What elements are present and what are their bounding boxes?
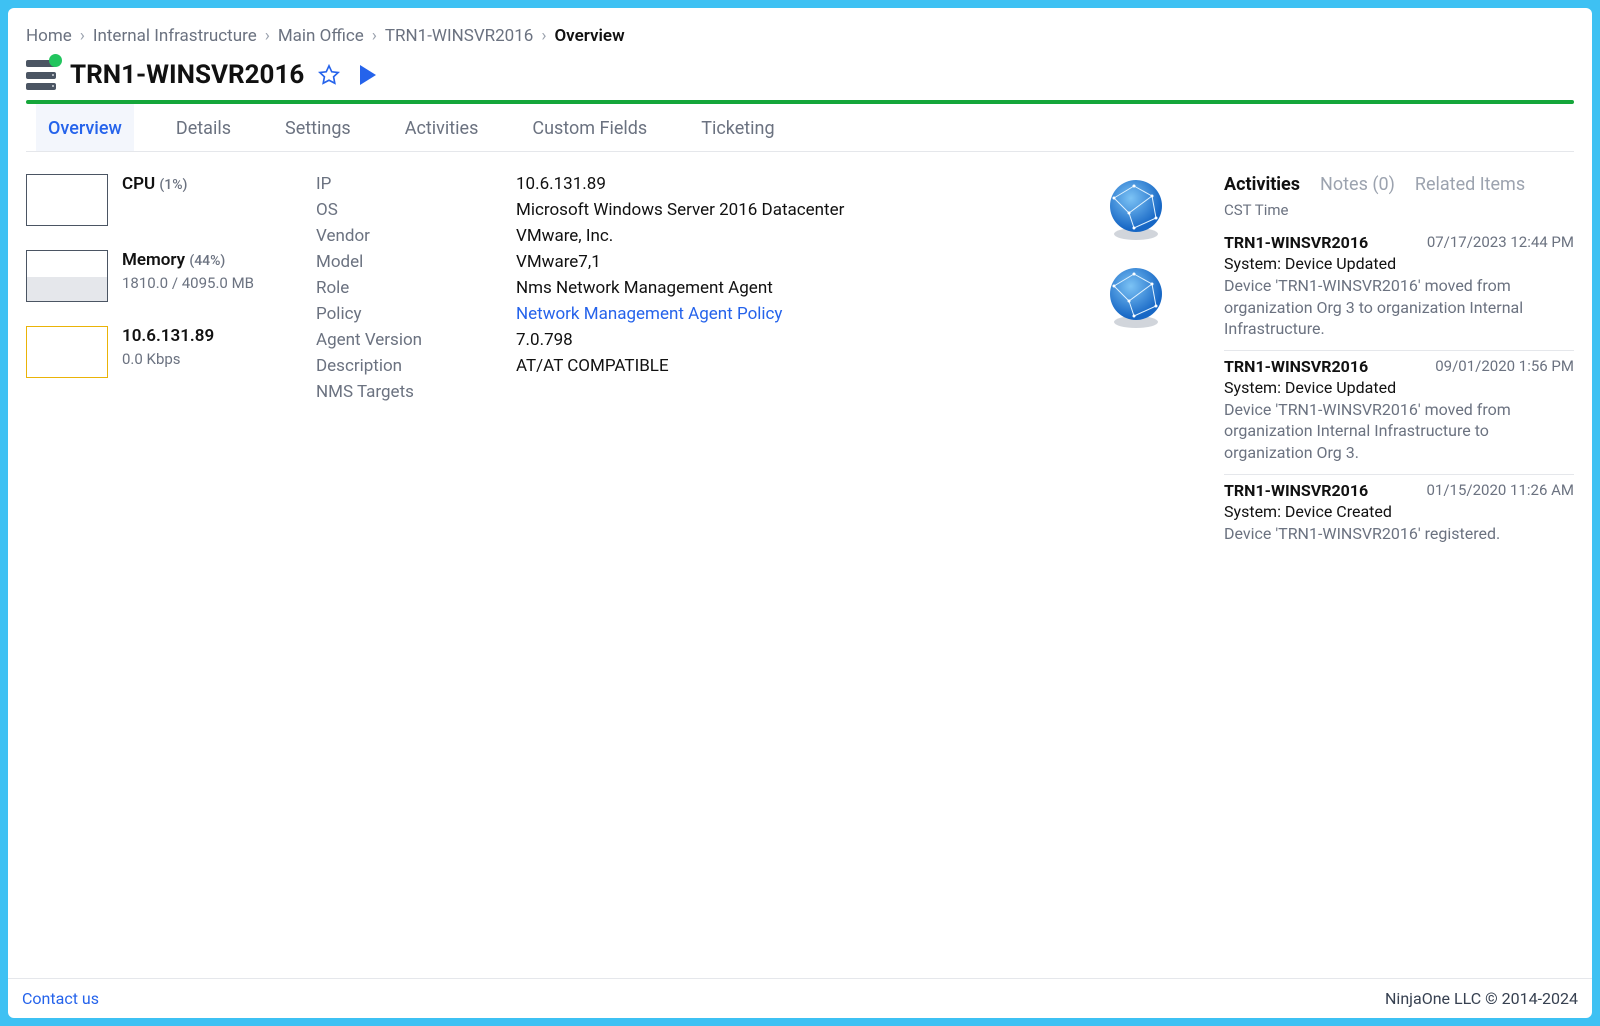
favorite-star-icon[interactable] (318, 64, 340, 86)
chevron-right-icon: › (541, 26, 546, 46)
tab-overview[interactable]: Overview (36, 104, 134, 151)
chevron-right-icon: › (80, 26, 85, 46)
label-policy: Policy (316, 304, 516, 324)
label-agent: Agent Version (316, 330, 516, 350)
footer: Contact us NinjaOne LLC © 2014-2024 (8, 978, 1592, 1018)
breadcrumb: Home › Internal Infrastructure › Main Of… (26, 26, 1574, 46)
metric-network[interactable]: 10.6.131.89 0.0 Kbps (26, 326, 286, 378)
page-title-row: TRN1-WINSVR2016 (26, 60, 1574, 90)
activity-timestamp: 01/15/2020 11:26 AM (1427, 481, 1575, 500)
value-ip: 10.6.131.89 (516, 174, 606, 194)
value-policy-link[interactable]: Network Management Agent Policy (516, 304, 782, 324)
memory-chart-icon (26, 250, 108, 302)
contact-us-link[interactable]: Contact us (22, 989, 99, 1008)
activity-system-label: System: Device Created (1224, 502, 1574, 521)
activity-item[interactable]: TRN1-WINSVR2016 09/01/2020 1:56 PM Syste… (1224, 351, 1574, 475)
tab-ticketing[interactable]: Ticketing (689, 104, 786, 151)
metric-memory-pct: (44%) (189, 253, 225, 269)
metric-cpu-label: CPU (122, 174, 155, 194)
tabs: Overview Details Settings Activities Cus… (26, 104, 1574, 152)
server-icon (26, 60, 56, 90)
activities-panel: Activities Notes (0) Related Items CST T… (1224, 174, 1574, 978)
label-model: Model (316, 252, 516, 272)
activity-description: Device 'TRN1-WINSVR2016' moved from orga… (1224, 399, 1574, 464)
label-os: OS (316, 200, 516, 220)
details-column: IP10.6.131.89 OSMicrosoft Windows Server… (316, 174, 1074, 978)
status-online-icon (49, 54, 62, 67)
metric-memory[interactable]: Memory (44%) 1810.0 / 4095.0 MB (26, 250, 286, 302)
label-ip: IP (316, 174, 516, 194)
activity-device-name: TRN1-WINSVR2016 (1224, 357, 1368, 376)
activity-description: Device 'TRN1-WINSVR2016' registered. (1224, 523, 1574, 545)
tab-details[interactable]: Details (164, 104, 243, 151)
metric-network-sub: 0.0 Kbps (122, 350, 286, 368)
activity-device-name: TRN1-WINSVR2016 (1224, 233, 1368, 252)
network-globe-icon[interactable] (1104, 178, 1168, 242)
activity-system-label: System: Device Updated (1224, 254, 1574, 273)
label-desc: Description (316, 356, 516, 376)
activity-timestamp: 07/17/2023 12:44 PM (1427, 233, 1574, 252)
side-tab-activities[interactable]: Activities (1224, 174, 1300, 195)
tab-activities[interactable]: Activities (393, 104, 491, 151)
breadcrumb-org[interactable]: Internal Infrastructure (93, 26, 257, 46)
metric-memory-sub: 1810.0 / 4095.0 MB (122, 274, 286, 292)
value-os: Microsoft Windows Server 2016 Datacenter (516, 200, 844, 220)
chevron-right-icon: › (265, 26, 270, 46)
tab-custom-fields[interactable]: Custom Fields (520, 104, 659, 151)
breadcrumb-location[interactable]: Main Office (278, 26, 364, 46)
target-icons-column (1104, 174, 1194, 978)
metric-cpu[interactable]: CPU (1%) (26, 174, 286, 226)
breadcrumb-home[interactable]: Home (26, 26, 72, 46)
metric-cpu-pct: (1%) (159, 177, 187, 193)
timezone-label: CST Time (1224, 201, 1574, 219)
cpu-chart-icon (26, 174, 108, 226)
value-role: Nms Network Management Agent (516, 278, 773, 298)
label-vendor: Vendor (316, 226, 516, 246)
value-model: VMware7,1 (516, 252, 601, 272)
label-role: Role (316, 278, 516, 298)
copyright-text: NinjaOne LLC © 2014-2024 (1385, 989, 1578, 1008)
metric-memory-label: Memory (122, 250, 185, 270)
label-nms: NMS Targets (316, 382, 516, 402)
activity-item[interactable]: TRN1-WINSVR2016 01/15/2020 11:26 AM Syst… (1224, 475, 1574, 555)
metric-network-label: 10.6.131.89 (122, 326, 214, 346)
breadcrumb-device[interactable]: TRN1-WINSVR2016 (385, 26, 533, 46)
activity-item[interactable]: TRN1-WINSVR2016 07/17/2023 12:44 PM Syst… (1224, 227, 1574, 351)
value-agent: 7.0.798 (516, 330, 573, 350)
activity-device-name: TRN1-WINSVR2016 (1224, 481, 1368, 500)
activity-description: Device 'TRN1-WINSVR2016' moved from orga… (1224, 275, 1574, 340)
side-tab-notes[interactable]: Notes (0) (1320, 174, 1395, 195)
network-chart-icon (26, 326, 108, 378)
activity-system-label: System: Device Updated (1224, 378, 1574, 397)
activity-timestamp: 09/01/2020 1:56 PM (1435, 357, 1574, 376)
tab-settings[interactable]: Settings (273, 104, 363, 151)
play-icon[interactable] (360, 65, 376, 85)
page-title: TRN1-WINSVR2016 (70, 60, 304, 90)
network-globe-icon[interactable] (1104, 266, 1168, 330)
value-desc: AT/AT COMPATIBLE (516, 356, 669, 376)
chevron-right-icon: › (372, 26, 377, 46)
side-tab-related[interactable]: Related Items (1415, 174, 1525, 195)
metrics-column: CPU (1%) Memory (44%) 1810.0 / 4095.0 MB (26, 174, 286, 978)
value-vendor: VMware, Inc. (516, 226, 613, 246)
breadcrumb-current: Overview (554, 26, 624, 46)
